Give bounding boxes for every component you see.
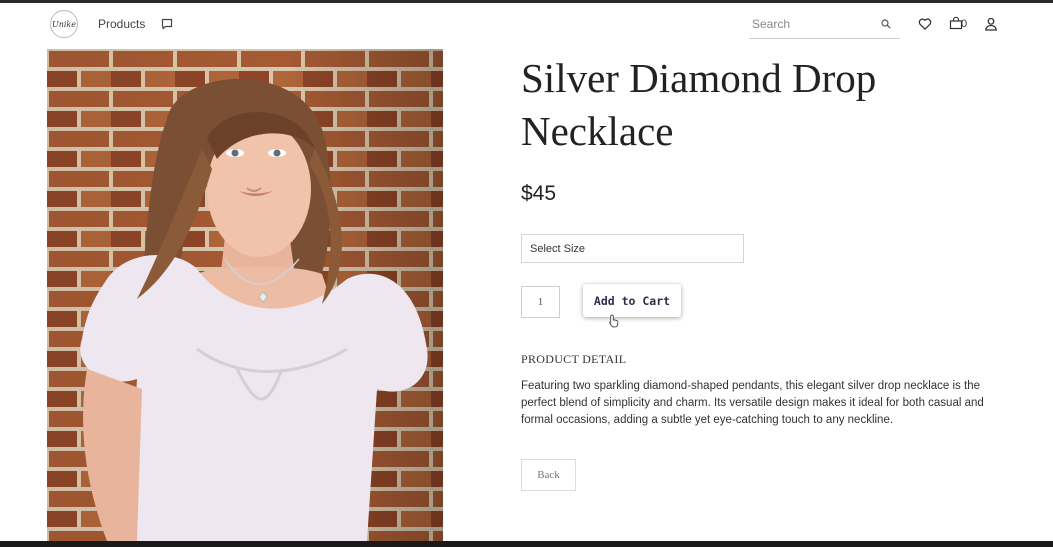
chat-icon[interactable] <box>161 18 173 30</box>
product-detail-heading: PRODUCT DETAIL <box>521 352 627 366</box>
brand-logo[interactable]: Unike <box>50 10 78 38</box>
product-price: $45 <box>521 182 557 205</box>
size-select[interactable]: Select Size <box>521 234 744 263</box>
cart-count-badge: 0 <box>961 18 968 30</box>
product-image <box>47 49 443 541</box>
quantity-input[interactable] <box>521 286 560 318</box>
logo-text: Unike <box>51 19 77 29</box>
heart-icon[interactable] <box>918 17 932 31</box>
pointer-cursor-icon <box>609 314 619 328</box>
nav-products-link[interactable]: Products <box>98 17 145 31</box>
bottom-frame-bar <box>0 541 1053 547</box>
search-icon[interactable] <box>881 19 891 29</box>
search-input[interactable] <box>752 15 872 33</box>
product-detail-text: Featuring two sparkling diamond-shaped p… <box>521 380 984 426</box>
search-box <box>749 10 900 39</box>
back-button[interactable]: Back <box>521 459 576 491</box>
top-frame-bar <box>0 0 1053 3</box>
product-title: Silver Diamond Drop Necklace <box>521 55 877 154</box>
user-icon[interactable] <box>984 17 998 31</box>
add-to-cart-button[interactable]: Add to Cart <box>583 284 681 317</box>
